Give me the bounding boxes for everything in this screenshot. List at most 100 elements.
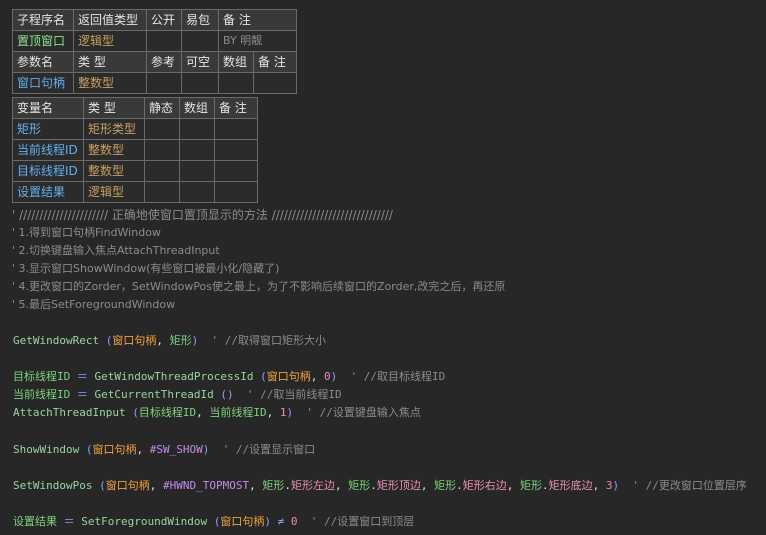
rect-field: 矩形左边 bbox=[290, 479, 335, 492]
var-type-cell[interactable]: 矩形类型 bbox=[83, 118, 145, 140]
assigned-variable: 目标线程ID bbox=[13, 370, 71, 383]
table-row[interactable]: 当前线程ID 整数型 bbox=[12, 139, 258, 161]
argument: 窗口句柄 bbox=[92, 443, 137, 456]
code-line-attachthreadinput[interactable]: AttachThreadInput (目标线程ID, 当前线程ID, 1) ' … bbox=[13, 404, 421, 420]
var-static-cell[interactable] bbox=[144, 160, 180, 182]
var-note-cell[interactable] bbox=[214, 160, 258, 182]
code-line-getwindowthreadprocessid[interactable]: 目标线程ID ＝ GetWindowThreadProcessId (窗口句柄,… bbox=[13, 368, 445, 384]
var-name-cell[interactable]: 矩形 bbox=[12, 118, 84, 140]
paren: ) bbox=[330, 370, 338, 383]
header-param-array: 数组 bbox=[218, 51, 254, 73]
var-static-cell[interactable] bbox=[144, 118, 180, 140]
variable-table: 变量名 类 型 静态 数组 备 注 矩形 矩形类型 当前线程ID 整数型 目标线… bbox=[12, 97, 258, 203]
function-name: AttachThreadInput bbox=[13, 406, 126, 419]
rect-variable: 矩形 bbox=[348, 479, 371, 492]
paren: ( bbox=[132, 406, 139, 419]
param-ref-cell[interactable] bbox=[146, 72, 182, 94]
param-array-cell[interactable] bbox=[218, 72, 254, 94]
code-line-showwindow[interactable]: ShowWindow (窗口句柄, #SW_SHOW) ' //设置显示窗口 bbox=[13, 441, 315, 457]
comma: , bbox=[266, 406, 280, 419]
table-row[interactable]: 目标线程ID 整数型 bbox=[12, 160, 258, 182]
argument: 目标线程ID bbox=[138, 406, 197, 419]
argument: 矩形 bbox=[169, 334, 192, 347]
paren: ) bbox=[191, 334, 199, 347]
sub-name-cell[interactable]: 置顶窗口 bbox=[12, 30, 74, 52]
function-name: SetForegroundWindow bbox=[81, 515, 208, 528]
assign-operator: ＝ bbox=[76, 370, 88, 383]
dot: . bbox=[456, 479, 463, 492]
paren: ( bbox=[260, 370, 267, 383]
paren: ( bbox=[99, 479, 106, 492]
inline-comment: ' //设置显示窗口 bbox=[222, 443, 316, 456]
table-row[interactable]: 矩形 矩形类型 bbox=[12, 118, 258, 140]
sub-easy-cell[interactable] bbox=[181, 30, 219, 52]
rect-variable: 矩形 bbox=[519, 479, 542, 492]
rect-field: 矩形底边 bbox=[548, 479, 593, 492]
comment-line: ' 4.更改窗口的Zorder，SetWindowPos使之最上，为了不影响后续… bbox=[12, 280, 506, 293]
rect-variable: 矩形 bbox=[434, 479, 457, 492]
code-line-getwindowrect[interactable]: GetWindowRect (窗口句柄, 矩形) ' //取得窗口矩形大小 bbox=[13, 332, 326, 348]
paren: ) bbox=[264, 515, 271, 528]
header-param-note: 备 注 bbox=[253, 51, 297, 73]
header-var-static: 静态 bbox=[144, 97, 180, 119]
inline-comment: ' //取当前线程ID bbox=[246, 388, 342, 401]
inline-comment: ' //设置窗口到顶层 bbox=[310, 515, 415, 528]
param-name-cell[interactable]: 窗口句柄 bbox=[12, 72, 74, 94]
var-type-cell[interactable]: 整数型 bbox=[83, 160, 145, 182]
header-param-optional: 可空 bbox=[181, 51, 219, 73]
argument: 窗口句柄 bbox=[105, 479, 150, 492]
param-optional-cell[interactable] bbox=[181, 72, 219, 94]
sub-public-cell[interactable] bbox=[146, 30, 182, 52]
comma: , bbox=[149, 479, 163, 492]
header-sub-name: 子程序名 bbox=[12, 9, 74, 31]
code-line-getcurrentthreadid[interactable]: 当前线程ID ＝ GetCurrentThreadId () ' //取当前线程… bbox=[13, 386, 342, 402]
var-note-cell[interactable] bbox=[214, 118, 258, 140]
param-type-cell[interactable]: 整数型 bbox=[73, 72, 147, 94]
header-note: 备 注 bbox=[218, 9, 297, 31]
paren: ) bbox=[286, 406, 294, 419]
assign-operator: ＝ bbox=[76, 388, 88, 401]
comma: , bbox=[310, 370, 324, 383]
var-static-cell[interactable] bbox=[144, 139, 180, 161]
comment-line: ' 1.得到窗口句柄FindWindow bbox=[12, 226, 161, 239]
function-name: SetWindowPos bbox=[13, 479, 93, 492]
argument: 窗口句柄 bbox=[112, 334, 157, 347]
rect-variable: 矩形 bbox=[262, 479, 285, 492]
var-name-cell[interactable]: 设置结果 bbox=[12, 181, 84, 203]
function-name: ShowWindow bbox=[13, 443, 80, 456]
dot: . bbox=[370, 479, 377, 492]
comma: , bbox=[196, 406, 210, 419]
var-note-cell[interactable] bbox=[214, 181, 258, 203]
table-row[interactable]: 设置结果 逻辑型 bbox=[12, 181, 258, 203]
header-easy-package: 易包 bbox=[181, 9, 219, 31]
var-array-cell[interactable] bbox=[179, 139, 215, 161]
header-param-ref: 参考 bbox=[146, 51, 182, 73]
param-note-cell[interactable] bbox=[253, 72, 297, 94]
constant: #SW_SHOW bbox=[149, 443, 203, 456]
var-static-cell[interactable] bbox=[144, 181, 180, 203]
not-equal-operator: ≠ bbox=[277, 515, 285, 528]
paren: () bbox=[220, 388, 234, 401]
code-line-setforegroundwindow[interactable]: 设置结果 ＝ SetForegroundWindow (窗口句柄) ≠ 0 ' … bbox=[13, 513, 414, 529]
var-name-cell[interactable]: 当前线程ID bbox=[12, 139, 84, 161]
var-array-cell[interactable] bbox=[179, 181, 215, 203]
comma: , bbox=[592, 479, 606, 492]
var-note-cell[interactable] bbox=[214, 139, 258, 161]
sub-note-cell[interactable]: BY 明靓 bbox=[218, 30, 297, 52]
header-param-type: 类 型 bbox=[73, 51, 147, 73]
var-array-cell[interactable] bbox=[179, 118, 215, 140]
comment-line: ' 2.切换键盘输入焦点AttachThreadInput bbox=[12, 244, 220, 257]
inline-comment: ' //更改窗口位置层序 bbox=[632, 479, 747, 492]
sub-return-cell[interactable]: 逻辑型 bbox=[73, 30, 147, 52]
var-array-cell[interactable] bbox=[179, 160, 215, 182]
var-type-cell[interactable]: 整数型 bbox=[83, 139, 145, 161]
comma: , bbox=[156, 334, 170, 347]
var-type-cell[interactable]: 逻辑型 bbox=[83, 181, 145, 203]
assigned-variable: 设置结果 bbox=[13, 515, 57, 528]
header-param-name: 参数名 bbox=[12, 51, 74, 73]
dot: . bbox=[541, 479, 549, 492]
assign-operator: ＝ bbox=[63, 515, 75, 528]
code-line-setwindowpos[interactable]: SetWindowPos (窗口句柄, #HWND_TOPMOST, 矩形.矩形… bbox=[13, 477, 747, 493]
var-name-cell[interactable]: 目标线程ID bbox=[12, 160, 84, 182]
subroutine-table: 子程序名 返回值类型 公开 易包 备 注 置顶窗口 逻辑型 BY 明靓 参数名 … bbox=[12, 9, 297, 94]
